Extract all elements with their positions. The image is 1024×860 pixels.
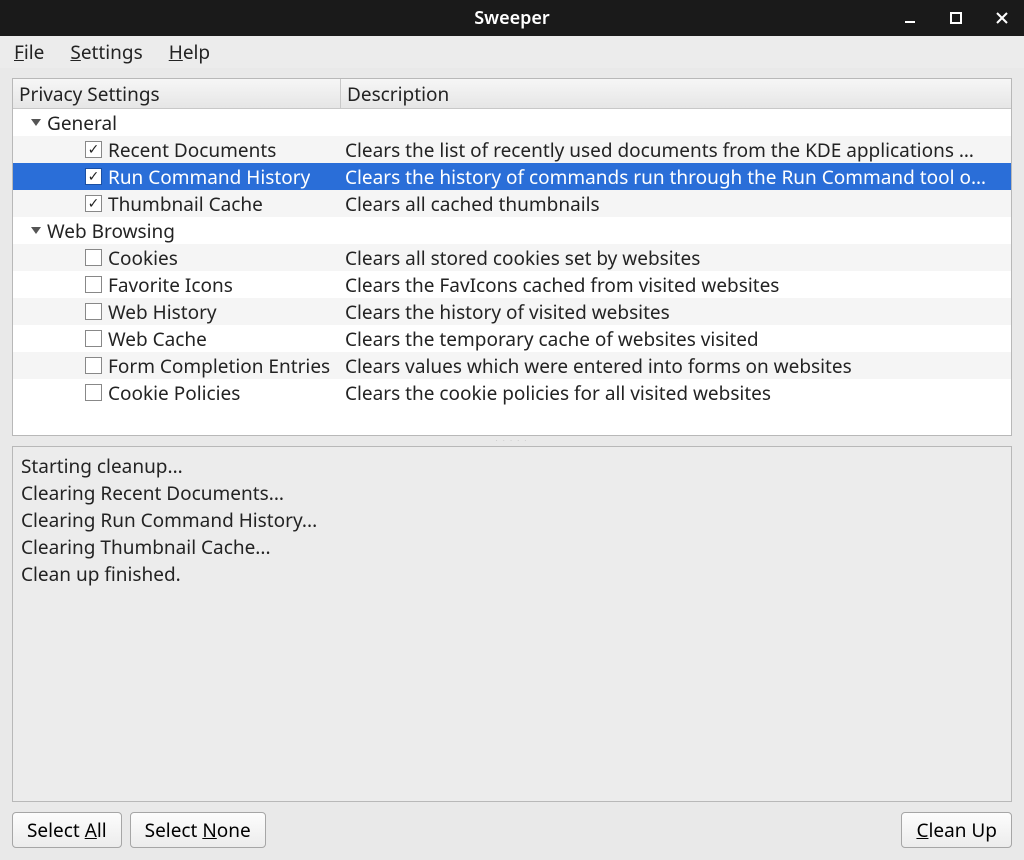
minimize-button[interactable] [896,4,924,32]
splitter-handle[interactable]: · · · · · [12,436,1012,446]
window-title: Sweeper [474,6,550,30]
checkbox[interactable] [85,357,102,374]
log-line: Clearing Thumbnail Cache... [21,534,1003,561]
tree-group[interactable]: General [13,109,1011,136]
expand-icon[interactable] [31,119,41,126]
tree-item[interactable]: Cookie Policies Clears the cookie policie… [13,379,1011,406]
tree-item[interactable]: Run Command History Clears the history of… [13,163,1011,190]
tree-item[interactable]: Cookies Clears all stored cookies set by … [13,244,1011,271]
item-label: Web History [108,299,217,325]
checkbox[interactable] [85,384,102,401]
group-label: General [47,110,117,136]
column-header-privacy[interactable]: Privacy Settings [13,79,341,108]
item-description: Clears all stored cookies set by website… [341,245,1011,271]
menu-file-rest: ile [24,39,45,65]
item-description: Clears the list of recently used documen… [341,137,1011,163]
column-header-description[interactable]: Description [341,79,1011,108]
checkbox[interactable] [85,276,102,293]
item-label: Web Cache [108,326,207,352]
tree-item[interactable]: Recent Documents Clears the list of recen… [13,136,1011,163]
item-label: Cookies [108,245,178,271]
group-label: Web Browsing [47,218,175,244]
checkbox[interactable] [85,141,102,158]
content-area: Privacy Settings Description GeneralRece… [0,68,1024,860]
item-description: Clears values which were entered into fo… [341,353,1011,379]
item-label: Recent Documents [108,137,276,163]
menu-settings[interactable]: Settings [66,37,146,67]
item-description: Clears the cookie policies for all visit… [341,380,1011,406]
tree-item[interactable]: Form Completion Entries Clears values whi… [13,352,1011,379]
checkbox[interactable] [85,168,102,185]
window-controls [896,0,1016,36]
item-description: Clears the history of visited websites [341,299,1011,325]
menubar: File Settings Help [0,36,1024,68]
checkbox[interactable] [85,303,102,320]
tree-item[interactable]: Thumbnail Cache Clears all cached thumbna… [13,190,1011,217]
menu-help[interactable]: Help [165,37,214,67]
clean-up-button[interactable]: Clean Up [901,812,1012,848]
tree-item[interactable]: Web Cache Clears the temporary cache of w… [13,325,1011,352]
tree-item[interactable]: Web History Clears the history of visited… [13,298,1011,325]
item-label: Form Completion Entries [108,353,330,379]
log-line: Starting cleanup... [21,453,1003,480]
settings-tree: Privacy Settings Description GeneralRece… [12,78,1012,436]
log-line: Clearing Recent Documents... [21,480,1003,507]
select-all-button[interactable]: Select All [12,812,122,848]
button-bar: Select All Select None Clean Up [12,802,1012,850]
tree-item[interactable]: Favorite Icons Clears the FavIcons cached… [13,271,1011,298]
item-description: Clears the history of commands run throu… [341,164,1011,190]
close-button[interactable] [988,4,1016,32]
expand-icon[interactable] [31,227,41,234]
menu-settings-rest: ettings [81,39,143,65]
item-label: Favorite Icons [108,272,233,298]
checkbox[interactable] [85,330,102,347]
log-line: Clearing Run Command History... [21,507,1003,534]
item-label: Run Command History [108,164,310,190]
checkbox[interactable] [85,195,102,212]
log-output: Starting cleanup...Clearing Recent Docum… [12,446,1012,802]
tree-group[interactable]: Web Browsing [13,217,1011,244]
item-description: Clears the temporary cache of websites v… [341,326,1011,352]
item-description: Clears the FavIcons cached from visited … [341,272,1011,298]
item-label: Thumbnail Cache [108,191,263,217]
item-label: Cookie Policies [108,380,240,406]
tree-body: GeneralRecent Documents Clears the list o… [13,109,1011,435]
window-titlebar: Sweeper [0,0,1024,36]
checkbox[interactable] [85,249,102,266]
menu-help-rest: elp [183,39,210,65]
tree-header: Privacy Settings Description [13,79,1011,109]
menu-file[interactable]: File [10,37,48,67]
log-line: Clean up finished. [21,561,1003,588]
item-description: Clears all cached thumbnails [341,191,1011,217]
select-none-button[interactable]: Select None [130,812,266,848]
maximize-button[interactable] [942,4,970,32]
